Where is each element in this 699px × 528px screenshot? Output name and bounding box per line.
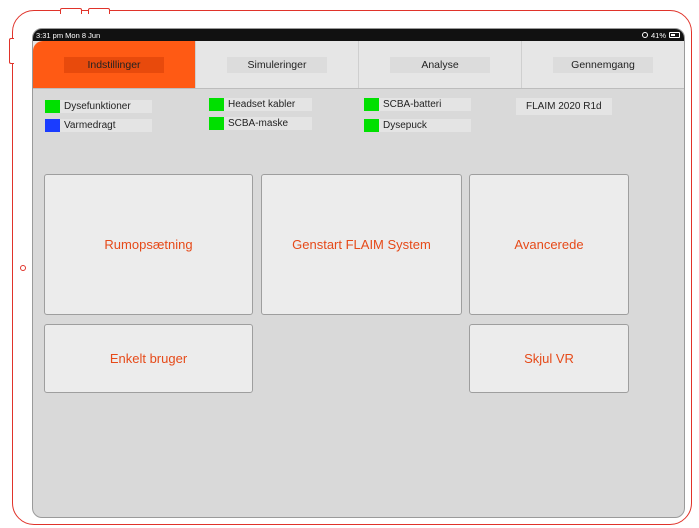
indicator-label: SCBA-maske [224,117,312,130]
status-square [209,117,224,130]
indicator-dysefunktioner: Dysefunktioner [45,100,152,113]
status-square [45,119,60,132]
tab-simuleringer[interactable]: Simuleringer [196,41,359,88]
advanced-button[interactable]: Avancerede [469,174,629,315]
camera-sensor [20,265,26,271]
indicator-dysepuck: Dysepuck [364,119,471,132]
indicator-label: Dysepuck [379,119,471,132]
restart-system-button[interactable]: Genstart FLAIM System [261,174,462,315]
indicator-scba-maske: SCBA-maske [209,117,312,130]
indicator-label: Dysefunktioner [60,100,152,113]
tab-label: Indstillinger [64,56,164,73]
room-setup-button[interactable]: Rumopsætning [44,174,253,315]
status-square [45,100,60,113]
side-button [9,38,14,64]
single-user-button[interactable]: Enkelt bruger [44,324,253,393]
indicator-label: Headset kabler [224,98,312,111]
tab-label: Simuleringer [227,56,327,73]
hide-vr-button[interactable]: Skjul VR [469,324,629,393]
tab-label: Gennemgang [553,56,653,73]
tab-analyse[interactable]: Analyse [359,41,522,88]
indicator-label: SCBA-batteri [379,98,471,111]
status-bar: 3:31 pm Mon 8 Jun 41% [33,29,684,41]
battery-icon [669,32,680,38]
tab-label: Analyse [390,56,490,73]
indicator-label: Varmedragt [60,119,152,132]
version-label: FLAIM 2020 R1d [516,98,612,115]
status-time: 3:31 pm Mon 8 Jun [36,30,101,40]
battery-percent: 41% [650,30,666,40]
indicator-headset-kabler: Headset kabler [209,98,312,111]
indicator-varmedragt: Varmedragt [45,119,152,132]
tab-bar: Indstillinger Simuleringer Analyse Genne… [33,41,684,89]
indicator-scba-batteri: SCBA-batteri [364,98,471,111]
tab-gennemgang[interactable]: Gennemgang [522,41,684,88]
tab-indstillinger[interactable]: Indstillinger [33,41,196,88]
orientation-lock-icon [641,32,648,38]
volume-button [88,8,110,14]
status-right: 41% [641,30,680,40]
app-screen: 3:31 pm Mon 8 Jun 41% Indstillinger Simu… [32,28,685,518]
status-square [364,119,379,132]
status-indicators: Dysefunktioner Varmedragt Headset kabler… [33,89,684,159]
volume-button [60,8,82,14]
status-square [364,98,379,111]
status-square [209,98,224,111]
